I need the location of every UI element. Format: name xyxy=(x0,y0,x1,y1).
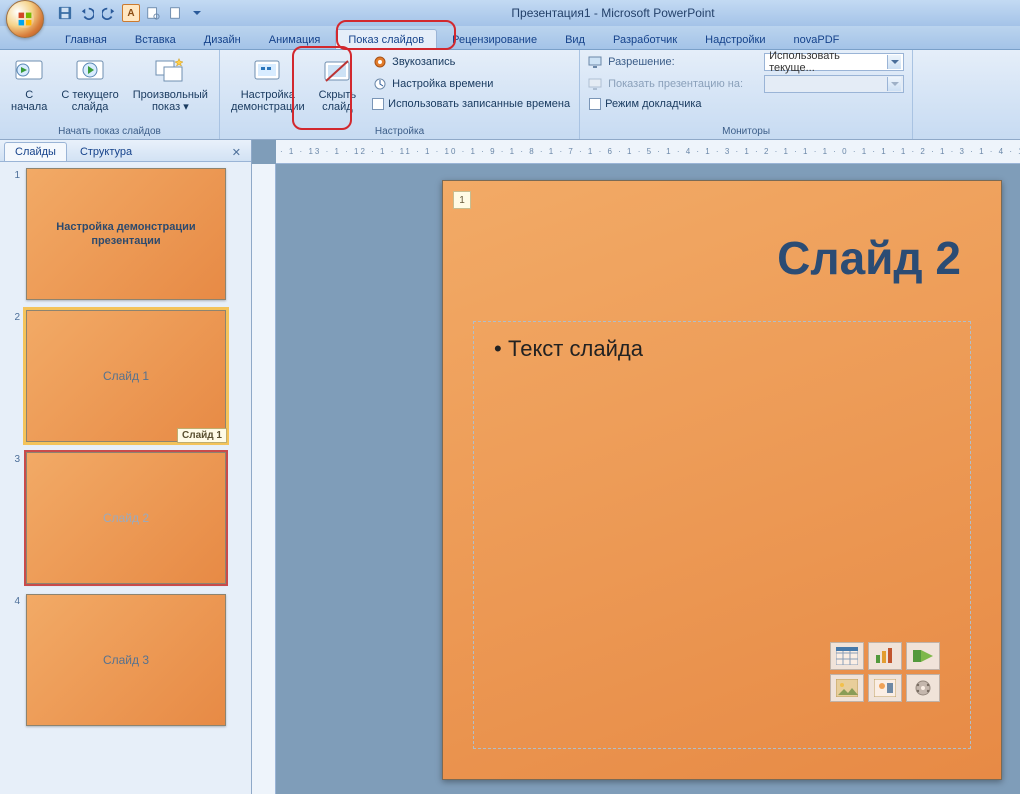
slide-canvas[interactable]: 1 Слайд 2 •Текст слайда xyxy=(442,180,1002,780)
slide-thumbnail[interactable]: Слайд 1 Слайд 1 xyxy=(26,310,226,442)
play-icon xyxy=(13,55,45,87)
play-current-icon xyxy=(74,55,106,87)
setup-slideshow-button[interactable]: Настройка демонстрации xyxy=(226,52,310,116)
thumb-row[interactable]: 2 Слайд 1 Слайд 1 xyxy=(4,310,247,442)
insert-chart-icon[interactable] xyxy=(868,642,902,670)
monitor-icon xyxy=(588,77,602,91)
slide-thumbnail[interactable]: Слайд 2 xyxy=(26,452,226,584)
thumb-row[interactable]: 3 Слайд 2 xyxy=(4,452,247,584)
setup-icon xyxy=(252,55,284,87)
tab-addins[interactable]: Надстройки xyxy=(692,29,778,49)
insert-clipart-icon[interactable] xyxy=(868,674,902,702)
group-monitors: Разрешение: Использовать текуще... Показ… xyxy=(580,50,913,139)
slide-title[interactable]: Слайд 2 xyxy=(777,231,961,285)
thumb-row[interactable]: 4 Слайд 3 xyxy=(4,594,247,726)
chevron-down-icon xyxy=(887,77,901,91)
group-label: Начать показ слайдов xyxy=(6,124,213,139)
print-preview-button[interactable] xyxy=(144,4,162,22)
new-button[interactable] xyxy=(166,4,184,22)
ribbon: С начала С текущего слайда Произвольный … xyxy=(0,50,1020,140)
quick-access-toolbar: A xyxy=(56,4,206,22)
custom-show-button[interactable]: Произвольный показ ▾ xyxy=(128,52,213,116)
title-bar: A Презентация1 - Microsoft PowerPoint xyxy=(0,0,1020,26)
insert-picture-icon[interactable] xyxy=(830,674,864,702)
office-button[interactable] xyxy=(6,0,44,38)
insert-media-icon[interactable] xyxy=(906,674,940,702)
insert-table-icon[interactable] xyxy=(830,642,864,670)
panel-close-button[interactable]: ✕ xyxy=(228,144,245,161)
workspace: Слайды Структура ✕ 1 Настройка демонстра… xyxy=(0,140,1020,794)
tab-animation[interactable]: Анимация xyxy=(256,29,334,49)
group-setup: Настройка демонстрации Скрыть слайд Звук… xyxy=(220,50,580,139)
hide-slide-button[interactable]: Скрыть слайд xyxy=(314,52,362,116)
presenter-view-checkbox[interactable]: Режим докладчика xyxy=(586,96,906,112)
vertical-ruler xyxy=(252,164,276,794)
from-current-button[interactable]: С текущего слайда xyxy=(56,52,123,116)
body-text[interactable]: •Текст слайда xyxy=(474,322,970,376)
resolution-combo[interactable]: Использовать текуще... xyxy=(764,53,904,71)
document-title: Презентация1 - Microsoft PowerPoint xyxy=(206,6,1020,20)
show-on-combo xyxy=(764,75,904,93)
save-button[interactable] xyxy=(56,4,74,22)
slide-thumbnail[interactable]: Слайд 3 xyxy=(26,594,226,726)
microphone-icon xyxy=(372,54,388,70)
record-narration-button[interactable]: Звукозапись xyxy=(369,52,573,72)
tab-home[interactable]: Главная xyxy=(52,29,120,49)
tab-slideshow[interactable]: Показ слайдов xyxy=(335,29,437,49)
rehearse-timings-button[interactable]: Настройка времени xyxy=(369,74,573,94)
slide-area: · 1 · 13 · 1 · 12 · 1 · 11 · 1 · 10 · 1 … xyxy=(252,140,1020,794)
panel-tab-slides[interactable]: Слайды xyxy=(4,142,67,161)
monitor-icon xyxy=(588,55,602,69)
checkbox-icon xyxy=(372,98,384,110)
custom-show-icon xyxy=(154,55,186,87)
panel-tabs: Слайды Структура ✕ xyxy=(0,140,251,162)
tab-view[interactable]: Вид xyxy=(552,29,598,49)
group-label: Настройка xyxy=(226,124,573,139)
checkbox-icon xyxy=(589,98,601,110)
thumbnails-list[interactable]: 1 Настройка демонстрации презентации 2 С… xyxy=(0,162,251,794)
from-beginning-button[interactable]: С начала xyxy=(6,52,52,116)
use-timings-checkbox[interactable]: Использовать записанные времена xyxy=(369,96,573,112)
tooltip: Слайд 1 xyxy=(177,428,227,443)
tab-insert[interactable]: Вставка xyxy=(122,29,189,49)
tab-design[interactable]: Дизайн xyxy=(191,29,254,49)
qat-item-a[interactable]: A xyxy=(122,4,140,22)
chevron-down-icon xyxy=(887,55,901,69)
slide-thumbnail[interactable]: Настройка демонстрации презентации xyxy=(26,168,226,300)
show-on-row: Показать презентацию на: xyxy=(586,74,906,94)
group-label: Мониторы xyxy=(586,124,906,139)
redo-button[interactable] xyxy=(100,4,118,22)
tab-novapdf[interactable]: novaPDF xyxy=(781,29,853,49)
content-placeholder[interactable]: •Текст слайда xyxy=(473,321,971,749)
tab-developer[interactable]: Разработчик xyxy=(600,29,690,49)
clock-icon xyxy=(372,76,388,92)
horizontal-ruler: · 1 · 13 · 1 · 12 · 1 · 11 · 1 · 10 · 1 … xyxy=(276,140,1020,164)
slide-number-badge: 1 xyxy=(453,191,471,209)
hide-slide-icon xyxy=(321,55,353,87)
thumb-row[interactable]: 1 Настройка демонстрации презентации xyxy=(4,168,247,300)
slides-panel: Слайды Структура ✕ 1 Настройка демонстра… xyxy=(0,140,252,794)
placeholder-icons xyxy=(830,642,940,702)
undo-button[interactable] xyxy=(78,4,96,22)
group-start-slideshow: С начала С текущего слайда Произвольный … xyxy=(0,50,220,139)
qat-customize-button[interactable] xyxy=(188,4,206,22)
ribbon-tabs: Главная Вставка Дизайн Анимация Показ сл… xyxy=(0,26,1020,50)
insert-smartart-icon[interactable] xyxy=(906,642,940,670)
panel-tab-outline[interactable]: Структура xyxy=(69,142,143,161)
resolution-row: Разрешение: Использовать текуще... xyxy=(586,52,906,72)
tab-review[interactable]: Рецензирование xyxy=(439,29,550,49)
